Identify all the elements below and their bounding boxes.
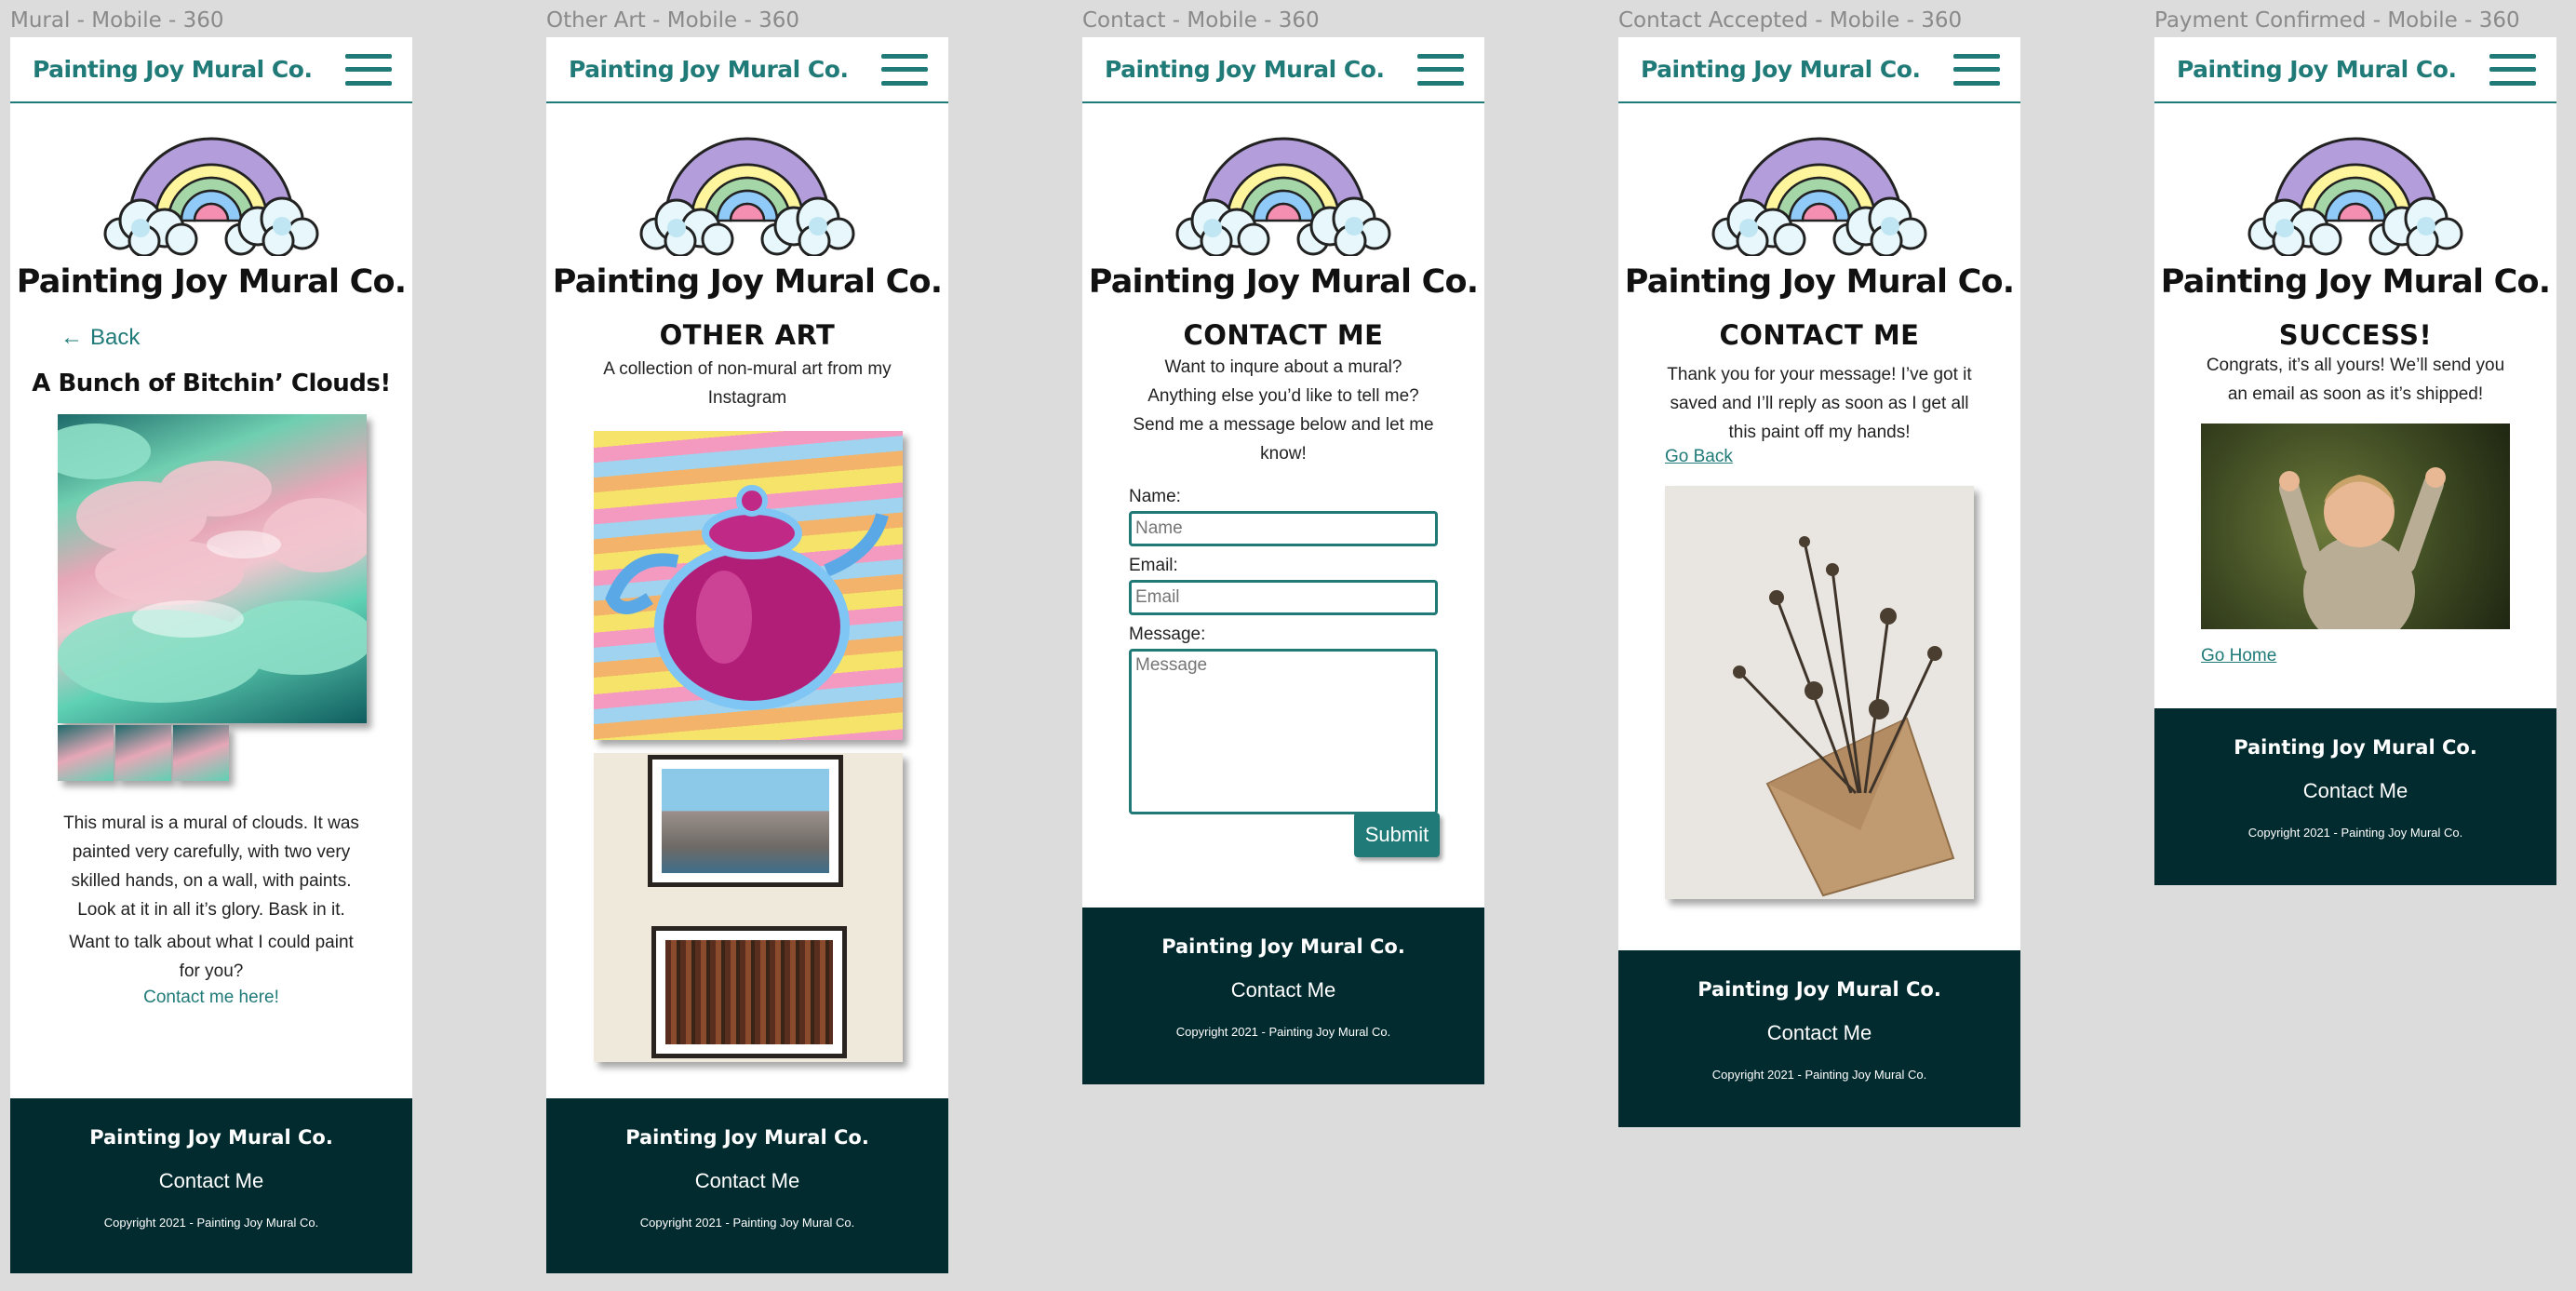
header-brand[interactable]: Painting Joy Mural Co. (2177, 56, 2457, 83)
frame-other-art: Painting Joy Mural Co. Painting Joy Mura… (546, 37, 948, 1273)
page-heading: CONTACT ME (1183, 319, 1384, 351)
brand-title: Painting Joy Mural Co. (552, 263, 943, 301)
hamburger-menu-icon[interactable] (881, 53, 928, 86)
header-brand[interactable]: Painting Joy Mural Co. (1105, 56, 1385, 83)
teapot-illustration (605, 485, 889, 710)
footer-contact-link[interactable]: Contact Me (1618, 1021, 2020, 1045)
envelope-flowers-image (1665, 486, 1974, 899)
footer-copyright: Copyright 2021 - Painting Joy Mural Co. (103, 1216, 319, 1230)
hamburger-menu-icon[interactable] (1417, 53, 1464, 86)
frame-label-other-art: Other Art - Mobile - 360 (546, 8, 800, 33)
footer-brand: Painting Joy Mural Co. (1697, 978, 1941, 1001)
name-label: Name: (1129, 487, 1181, 506)
envelope-illustration (1733, 536, 1955, 897)
footer-brand: Painting Joy Mural Co. (89, 1126, 333, 1149)
header-brand[interactable]: Painting Joy Mural Co. (33, 56, 313, 83)
hamburger-menu-icon[interactable] (1953, 53, 2000, 86)
brand-title: Painting Joy Mural Co. (1624, 263, 2015, 301)
mountain-print (648, 755, 843, 887)
footer-copyright: Copyright 2021 - Painting Joy Mural Co. (2247, 826, 2463, 840)
back-label: Back (90, 325, 141, 350)
rainbow-logo-icon (1711, 131, 1927, 256)
site-header: Painting Joy Mural Co. (546, 37, 948, 103)
rainbow-logo-icon (2247, 131, 2463, 256)
celebrating-child-image (2201, 424, 2510, 629)
site-footer: Painting Joy Mural Co. Contact Me Copyri… (1082, 908, 1484, 1084)
footer-brand: Painting Joy Mural Co. (2234, 736, 2477, 759)
frame-label-payment-confirmed: Payment Confirmed - Mobile - 360 (2154, 8, 2520, 33)
site-header: Painting Joy Mural Co. (1082, 37, 1484, 103)
cta-text: Want to talk about what I could paint fo… (69, 933, 354, 981)
frame-payment-confirmed: Painting Joy Mural Co. Painting Joy Mura… (2154, 37, 2556, 885)
footer-brand: Painting Joy Mural Co. (1161, 935, 1405, 958)
brand-title: Painting Joy Mural Co. (1088, 263, 1479, 301)
mural-main-image[interactable] (58, 414, 367, 723)
hamburger-menu-icon[interactable] (345, 53, 392, 86)
footer-copyright: Copyright 2021 - Painting Joy Mural Co. (1175, 1025, 1391, 1039)
mural-description: This mural is a mural of clouds. It was … (63, 814, 359, 920)
confirmation-message: Thank you for your message! I’ve got it … (1667, 365, 1972, 442)
rainbow-logo-icon (1175, 131, 1391, 256)
go-home-link[interactable]: Go Home (2201, 646, 2276, 666)
frame-contact: Painting Joy Mural Co. Painting Joy Mura… (1082, 37, 1484, 1084)
thumbnail[interactable] (58, 725, 114, 781)
email-label: Email: (1129, 556, 1178, 575)
page-heading: OTHER ART (659, 319, 836, 351)
frame-label-contact-accepted: Contact Accepted - Mobile - 360 (1618, 8, 1963, 33)
success-message: Congrats, it’s all yours! We’ll send you… (2206, 356, 2505, 404)
thumbnail[interactable] (115, 725, 171, 781)
submit-button[interactable]: Submit (1354, 813, 1440, 857)
rainbow-logo-icon (639, 131, 855, 256)
header-brand[interactable]: Painting Joy Mural Co. (1641, 56, 1921, 83)
header-brand[interactable]: Painting Joy Mural Co. (569, 56, 849, 83)
footer-contact-link[interactable]: Contact Me (546, 1169, 948, 1193)
brand-title: Painting Joy Mural Co. (16, 263, 407, 301)
footer-contact-link[interactable]: Contact Me (1082, 978, 1484, 1002)
footer-contact-link[interactable]: Contact Me (10, 1169, 412, 1193)
footer-contact-link[interactable]: Contact Me (2154, 779, 2556, 803)
name-input[interactable] (1129, 511, 1438, 546)
message-label: Message: (1129, 625, 1206, 644)
site-footer: Painting Joy Mural Co. Contact Me Copyri… (546, 1098, 948, 1273)
page-heading: CONTACT ME (1719, 319, 1920, 351)
brand-title: Painting Joy Mural Co. (2160, 263, 2551, 301)
site-footer: Painting Joy Mural Co. Contact Me Copyri… (1618, 950, 2020, 1127)
site-header: Painting Joy Mural Co. (10, 37, 412, 103)
child-illustration (2279, 467, 2446, 629)
footer-copyright: Copyright 2021 - Painting Joy Mural Co. (639, 1216, 855, 1230)
frame-label-mural: Mural - Mobile - 360 (10, 8, 224, 33)
page-heading: SUCCESS! (2278, 319, 2433, 351)
footer-copyright: Copyright 2021 - Painting Joy Mural Co. (1711, 1068, 1927, 1082)
contact-link[interactable]: Contact me here! (143, 988, 279, 1007)
arrow-left-icon: ← (60, 325, 83, 350)
footer-brand: Painting Joy Mural Co. (625, 1126, 869, 1149)
back-link[interactable]: ← Back (60, 325, 412, 351)
frame-label-contact: Contact - Mobile - 360 (1082, 8, 1320, 33)
clouds-illustration (58, 424, 367, 703)
framed-prints-image[interactable] (594, 753, 903, 1062)
page-intro: A collection of non-mural art from my In… (603, 359, 892, 408)
hamburger-menu-icon[interactable] (2489, 53, 2536, 86)
frame-contact-accepted: Painting Joy Mural Co. Painting Joy Mura… (1618, 37, 2020, 1127)
site-header: Painting Joy Mural Co. (2154, 37, 2556, 103)
contact-form: Name: Email: Message: (1082, 487, 1484, 814)
teapot-artwork-image[interactable] (594, 431, 903, 740)
frame-mural: Painting Joy Mural Co. Painting Joy Mura… (10, 37, 412, 1273)
mural-title: A Bunch of Bitchin’ Clouds! (32, 370, 391, 397)
rainbow-logo-icon (103, 131, 319, 256)
site-footer: Painting Joy Mural Co. Contact Me Copyri… (2154, 708, 2556, 885)
go-back-link[interactable]: Go Back (1665, 447, 1733, 466)
email-input[interactable] (1129, 580, 1438, 615)
site-header: Painting Joy Mural Co. (1618, 37, 2020, 103)
site-footer: Painting Joy Mural Co. Contact Me Copyri… (10, 1098, 412, 1273)
thumbnail-strip (58, 725, 412, 781)
forest-print (651, 926, 847, 1058)
page-intro: Want to inqure about a mural? Anything e… (1133, 357, 1434, 464)
thumbnail[interactable] (173, 725, 229, 781)
message-textarea[interactable] (1129, 649, 1438, 814)
